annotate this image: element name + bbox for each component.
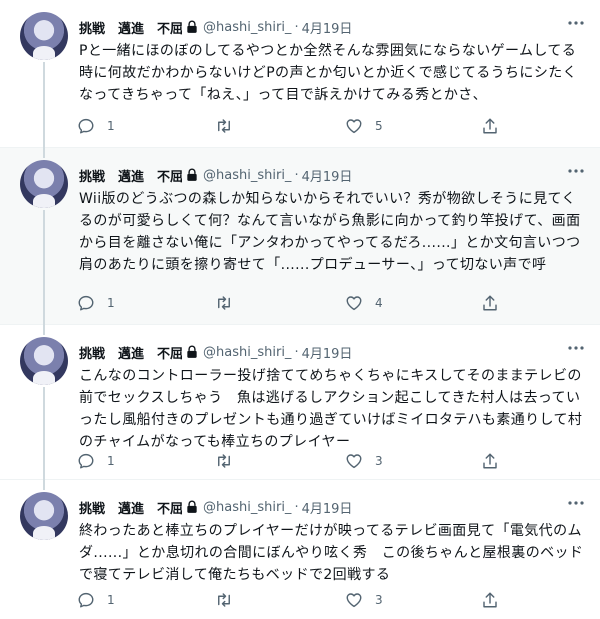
lock-icon xyxy=(185,345,199,359)
reply-count: 1 xyxy=(107,454,115,468)
thread-line xyxy=(43,387,45,480)
reply-button[interactable]: 1 xyxy=(77,116,115,136)
separator: · xyxy=(294,19,299,35)
tweet-text: Pと一緒にほのぼのしてるやつとか全然そんな雰囲気にならないゲームしてる時に何故だ… xyxy=(79,43,578,103)
retweet-button[interactable] xyxy=(215,590,245,610)
share-icon xyxy=(481,452,499,470)
share-icon xyxy=(481,591,499,609)
lock-icon xyxy=(185,20,199,34)
timestamp[interactable]: 4月19日 xyxy=(302,166,353,185)
display-name[interactable]: 挑戦 邁進 不屈 xyxy=(79,18,183,37)
retweet-icon xyxy=(215,591,233,609)
handle[interactable]: @hashi_shiri_ xyxy=(203,20,291,35)
retweet-icon xyxy=(215,294,233,312)
like-icon xyxy=(345,294,363,312)
reply-button[interactable]: 1 xyxy=(77,451,115,471)
thread-line xyxy=(43,480,45,490)
thread-line xyxy=(43,62,45,148)
tweet-header: 挑戦 邁進 不屈 @hashi_shiri_ · 4月19日 xyxy=(79,165,584,185)
share-button[interactable] xyxy=(481,293,499,313)
like-count: 4 xyxy=(375,296,383,310)
display-name[interactable]: 挑戦 邁進 不屈 xyxy=(79,166,183,185)
reply-icon xyxy=(77,117,95,135)
like-button[interactable]: 5 xyxy=(345,116,383,136)
share-button[interactable] xyxy=(481,590,499,610)
thread-line xyxy=(43,210,45,325)
retweet-button[interactable] xyxy=(215,293,245,313)
tweet-3[interactable]: 挑戦 邁進 不屈 @hashi_shiri_ · 4月19日 こんなのコントロー… xyxy=(0,325,600,480)
more-icon[interactable] xyxy=(568,501,584,505)
like-count: 5 xyxy=(375,119,383,133)
timestamp[interactable]: 4月19日 xyxy=(302,343,353,362)
tweet-2[interactable]: 挑戦 邁進 不屈 @hashi_shiri_ · 4月19日 Wii版のどうぶつ… xyxy=(0,148,600,325)
separator: · xyxy=(294,167,299,183)
tweet-4[interactable]: 挑戦 邁進 不屈 @hashi_shiri_ · 4月19日 終わったあと棒立ち… xyxy=(0,480,600,619)
avatar[interactable] xyxy=(20,160,68,208)
display-name[interactable]: 挑戦 邁進 不屈 xyxy=(79,498,183,517)
handle[interactable]: @hashi_shiri_ xyxy=(203,168,291,183)
reply-icon xyxy=(77,452,95,470)
reply-button[interactable]: 1 xyxy=(77,293,115,313)
tweet-text: Wii版のどうぶつの森しか知らないからそれでいい？秀が物欲しそうに見てくるのが可… xyxy=(79,191,581,273)
like-button[interactable]: 3 xyxy=(345,451,383,471)
reply-count: 1 xyxy=(107,593,115,607)
lock-icon xyxy=(185,500,199,514)
action-bar: 1 3 xyxy=(77,451,507,471)
share-button[interactable] xyxy=(481,451,499,471)
reply-count: 1 xyxy=(107,296,115,310)
handle[interactable]: @hashi_shiri_ xyxy=(203,345,291,360)
avatar[interactable] xyxy=(20,492,68,540)
share-icon xyxy=(481,294,499,312)
action-bar: 1 4 xyxy=(77,293,507,313)
separator: · xyxy=(294,344,299,360)
like-count: 3 xyxy=(375,454,383,468)
separator: · xyxy=(294,499,299,515)
retweet-icon xyxy=(215,452,233,470)
reply-button[interactable]: 1 xyxy=(77,590,115,610)
like-icon xyxy=(345,452,363,470)
thread-line xyxy=(43,148,45,158)
retweet-button[interactable] xyxy=(215,451,245,471)
retweet-icon xyxy=(215,117,233,135)
lock-icon xyxy=(185,168,199,182)
tweet-header: 挑戦 邁進 不屈 @hashi_shiri_ · 4月19日 xyxy=(79,342,584,362)
more-icon[interactable] xyxy=(568,169,584,173)
reply-icon xyxy=(77,591,95,609)
tweet-text: こんなのコントローラー投げ捨ててめちゃくちゃにキスしてそのままテレビの前でセック… xyxy=(79,368,583,450)
tweet-thread: 挑戦 邁進 不屈 @hashi_shiri_ · 4月19日 Pと一緒にほのぼの… xyxy=(0,0,600,619)
more-icon[interactable] xyxy=(568,21,584,25)
thread-line xyxy=(43,325,45,335)
avatar[interactable] xyxy=(20,12,68,60)
reply-icon xyxy=(77,294,95,312)
display-name[interactable]: 挑戦 邁進 不屈 xyxy=(79,343,183,362)
action-bar: 1 5 xyxy=(77,116,507,136)
share-button[interactable] xyxy=(481,116,499,136)
action-bar: 1 3 xyxy=(77,590,507,610)
avatar[interactable] xyxy=(20,337,68,385)
tweet-text: 終わったあと棒立ちのプレイヤーだけが映ってるテレビ画面見て「電気代のムダ....… xyxy=(79,523,584,583)
timestamp[interactable]: 4月19日 xyxy=(302,498,353,517)
timestamp[interactable]: 4月19日 xyxy=(302,18,353,37)
like-icon xyxy=(345,117,363,135)
retweet-button[interactable] xyxy=(215,116,245,136)
like-icon xyxy=(345,591,363,609)
reply-count: 1 xyxy=(107,119,115,133)
tweet-header: 挑戦 邁進 不屈 @hashi_shiri_ · 4月19日 xyxy=(79,497,584,517)
more-icon[interactable] xyxy=(568,346,584,350)
like-count: 3 xyxy=(375,593,383,607)
handle[interactable]: @hashi_shiri_ xyxy=(203,500,291,515)
share-icon xyxy=(481,117,499,135)
tweet-1[interactable]: 挑戦 邁進 不屈 @hashi_shiri_ · 4月19日 Pと一緒にほのぼの… xyxy=(0,0,600,148)
like-button[interactable]: 4 xyxy=(345,293,383,313)
like-button[interactable]: 3 xyxy=(345,590,383,610)
tweet-header: 挑戦 邁進 不屈 @hashi_shiri_ · 4月19日 xyxy=(79,17,584,37)
